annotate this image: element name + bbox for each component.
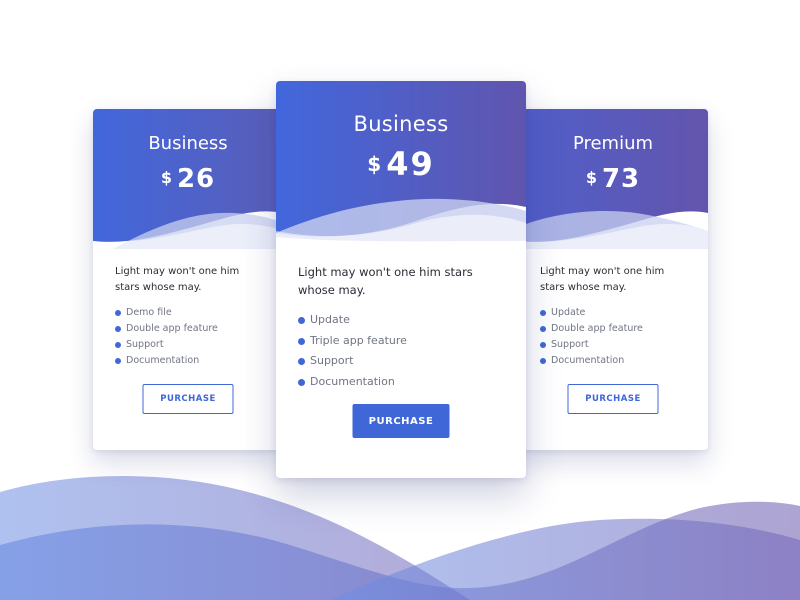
list-item: Update (540, 305, 686, 321)
price: $73 (518, 164, 708, 194)
plan-description: Light may won't one him stars whose may. (298, 265, 473, 297)
bullet-dot-icon (298, 317, 305, 324)
list-item: Support (115, 337, 261, 353)
pricing-card-premium-73: Premium $73 Light may won't one him star… (518, 109, 708, 450)
feature-label: Documentation (551, 355, 625, 366)
price: $49 (276, 145, 526, 183)
card-body: Light may won't one him stars whose may.… (93, 264, 283, 369)
price-amount: 26 (176, 164, 216, 194)
list-item: Documentation (298, 372, 504, 393)
feature-list: Demo file Double app feature Support Doc… (115, 305, 261, 369)
price-amount: 49 (386, 145, 435, 183)
feature-label: Triple app feature (310, 333, 407, 347)
feature-label: Support (310, 354, 354, 367)
feature-list: Update Triple app feature Support Docume… (298, 310, 504, 392)
currency-symbol: $ (585, 168, 597, 187)
plan-description: Light may won't one him stars whose may. (115, 266, 240, 293)
list-item: Documentation (540, 353, 686, 369)
price-amount: 73 (601, 164, 641, 194)
currency-symbol: $ (160, 168, 172, 187)
pricing-page: Business $26 Light may won't one him sta… (0, 0, 800, 600)
currency-symbol: $ (367, 152, 382, 176)
plan-name: Business (148, 133, 228, 154)
list-item: Support (298, 351, 504, 372)
pricing-card-business-26: Business $26 Light may won't one him sta… (93, 109, 283, 450)
list-item: Documentation (115, 353, 261, 369)
bullet-dot-icon (540, 310, 546, 316)
list-item: Triple app feature (298, 331, 504, 352)
price: $26 (93, 164, 283, 194)
bullet-dot-icon (298, 358, 305, 365)
bullet-dot-icon (115, 326, 121, 332)
card-header: Business $26 (93, 109, 283, 249)
plan-description: Light may won't one him stars whose may. (540, 266, 665, 293)
list-item: Demo file (115, 305, 261, 321)
feature-label: Demo file (126, 307, 172, 318)
purchase-button[interactable]: PURCHASE (567, 384, 659, 414)
purchase-button[interactable]: PURCHASE (352, 404, 450, 438)
bullet-dot-icon (540, 358, 546, 364)
plan-name: Business (353, 112, 449, 136)
bullet-dot-icon (115, 358, 121, 364)
feature-list: Update Double app feature Support Docume… (540, 305, 686, 369)
list-item: Double app feature (115, 321, 261, 337)
bullet-dot-icon (115, 342, 121, 348)
feature-label: Support (126, 339, 164, 350)
bullet-dot-icon (115, 310, 121, 316)
feature-label: Documentation (126, 355, 200, 366)
plan-name: Premium (572, 133, 654, 154)
bullet-dot-icon (540, 342, 546, 348)
bullet-dot-icon (540, 326, 546, 332)
bullet-dot-icon (298, 378, 305, 386)
feature-label: Support (551, 339, 589, 350)
card-body: Light may won't one him stars whose may.… (276, 264, 526, 392)
pricing-card-business-49: Business $49 Light may won't one him sta… (276, 81, 526, 478)
list-item: Update (298, 310, 504, 331)
feature-label: Update (310, 313, 350, 326)
card-body: Light may won't one him stars whose may.… (518, 264, 708, 369)
feature-label: Double app feature (551, 323, 643, 334)
card-header: Business $49 (276, 81, 526, 247)
feature-label: Documentation (310, 374, 395, 388)
feature-label: Double app feature (126, 323, 218, 334)
list-item: Support (540, 337, 686, 353)
feature-label: Update (551, 307, 586, 318)
bullet-dot-icon (298, 337, 305, 345)
card-header: Premium $73 (518, 109, 708, 249)
purchase-button[interactable]: PURCHASE (142, 384, 234, 414)
list-item: Double app feature (540, 321, 686, 337)
